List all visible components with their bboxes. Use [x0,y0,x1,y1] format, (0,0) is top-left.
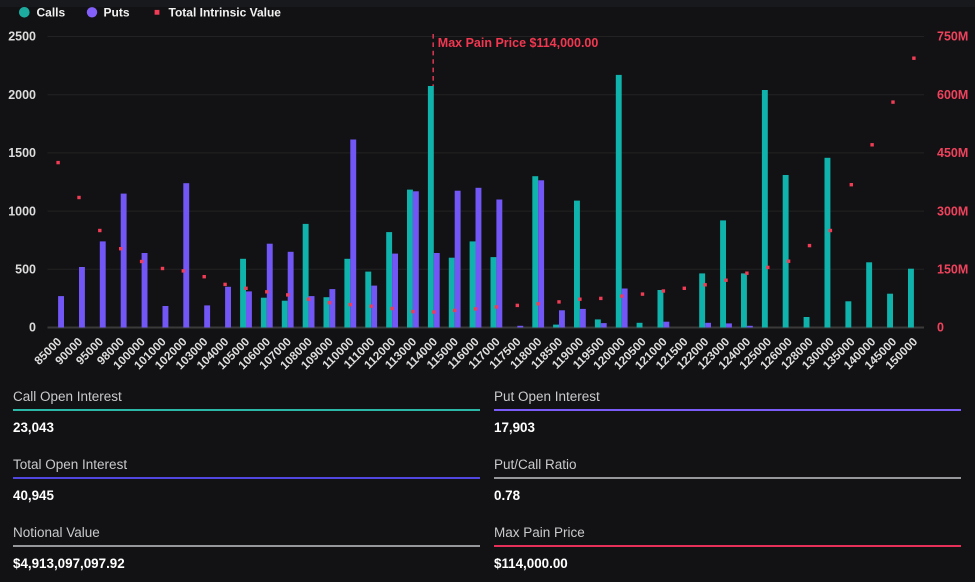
svg-text:1000: 1000 [8,204,36,218]
svg-text:2500: 2500 [8,30,36,44]
svg-text:450M: 450M [937,146,968,160]
svg-text:Calls: Calls [37,6,66,20]
svg-text:500: 500 [15,263,36,277]
svg-text:0: 0 [29,321,36,335]
svg-text:Puts: Puts [104,6,130,20]
svg-text:300M: 300M [937,204,968,218]
svg-text:1500: 1500 [8,146,36,160]
svg-text:2000: 2000 [8,88,36,102]
svg-text:150M: 150M [937,263,968,277]
svg-text:600M: 600M [937,88,968,102]
svg-text:0: 0 [937,321,944,335]
svg-text:Total Intrinsic Value: Total Intrinsic Value [169,6,282,20]
svg-text:Max Pain Price $114,000.00: Max Pain Price $114,000.00 [438,36,599,50]
svg-text:750M: 750M [937,30,968,44]
